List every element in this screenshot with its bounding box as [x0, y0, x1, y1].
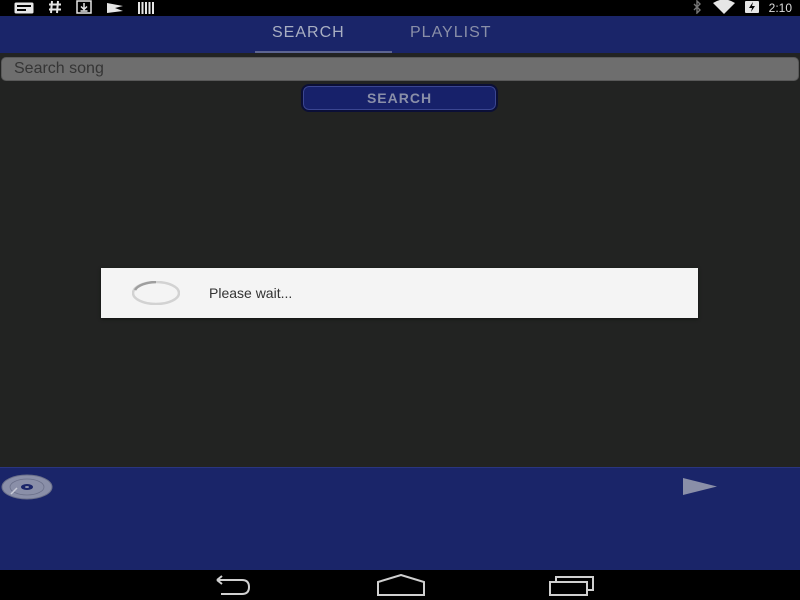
search-input[interactable] [1, 57, 799, 81]
search-screen: SEARCH [0, 53, 800, 467]
notification-card-icon [14, 0, 34, 18]
player-bar [0, 467, 800, 570]
dialog-message: Please wait... [209, 285, 293, 301]
tab-bar: SEARCH PLAYLIST [0, 16, 800, 53]
wifi-icon [712, 0, 735, 17]
flag-icon [106, 0, 124, 18]
status-bar: 2:10 [0, 0, 800, 16]
hashtag-icon [48, 0, 62, 18]
disc-icon[interactable] [1, 474, 53, 500]
tab-search[interactable]: SEARCH [272, 24, 345, 42]
progress-dialog [101, 268, 698, 318]
barcode-icon [138, 0, 154, 18]
home-icon[interactable] [377, 573, 425, 596]
search-button[interactable]: SEARCH [301, 84, 498, 112]
bluetooth-icon [691, 0, 703, 17]
recents-icon[interactable] [549, 574, 595, 596]
back-icon[interactable] [207, 574, 251, 596]
tab-playlist[interactable]: PLAYLIST [410, 24, 492, 42]
clock-time: 2:10 [768, 1, 792, 15]
battery-charging-icon [744, 0, 759, 17]
loading-spinner-icon [131, 280, 181, 306]
play-icon[interactable] [683, 478, 717, 495]
system-nav-bar [0, 570, 800, 600]
download-icon [76, 0, 92, 18]
